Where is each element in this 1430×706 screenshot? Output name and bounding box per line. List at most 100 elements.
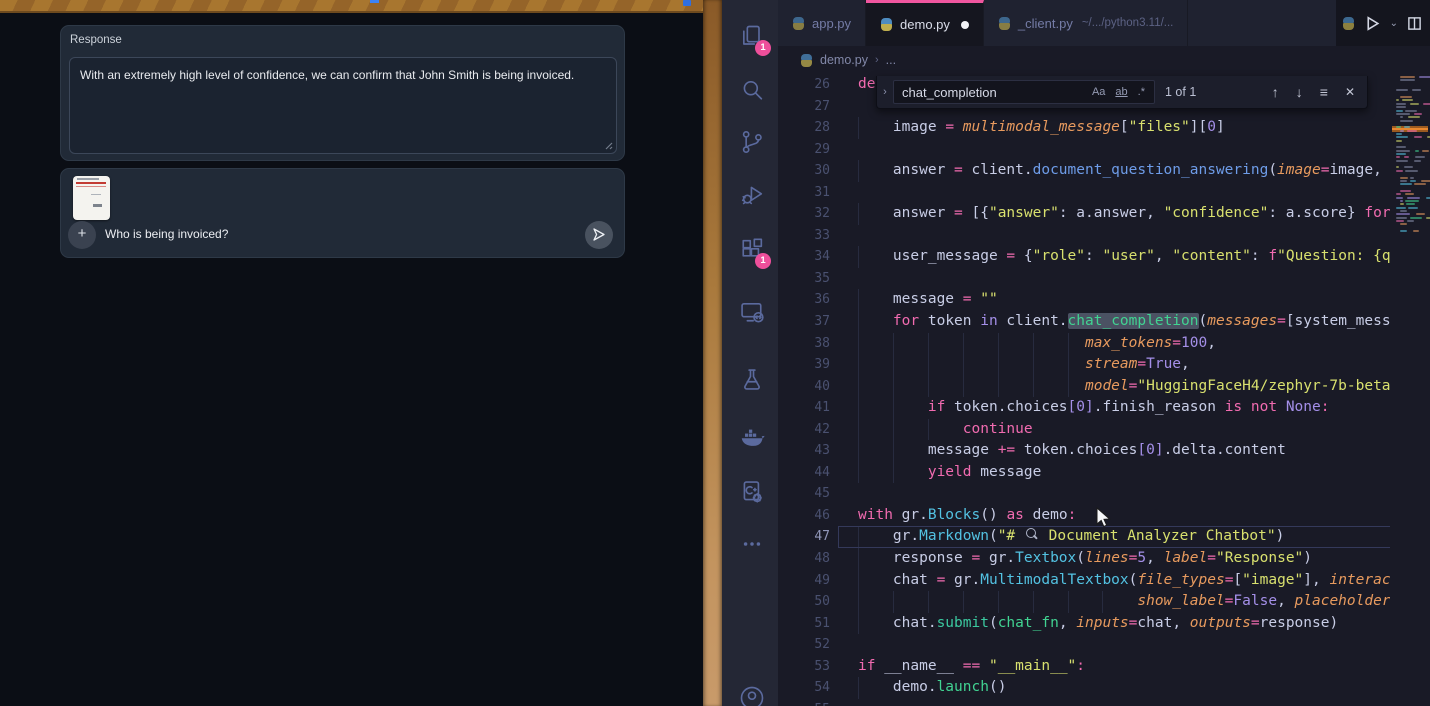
modified-dot-icon[interactable] <box>961 21 969 29</box>
code-line[interactable]: 40 model="HuggingFaceH4/zephyr-7b-beta", <box>778 376 1430 398</box>
resize-handle-icon[interactable] <box>603 140 613 150</box>
find-previous-icon[interactable]: ↑ <box>1272 84 1279 100</box>
find-in-selection-icon[interactable]: ≡ <box>1320 84 1328 100</box>
split-editor-button[interactable] <box>1407 16 1422 31</box>
minimap-line <box>1413 230 1419 232</box>
code-line[interactable]: 51 chat.submit(chat_fn, inputs=chat, out… <box>778 613 1430 635</box>
indent-guide <box>858 397 859 419</box>
hidden-tab-python-icon[interactable] <box>1342 17 1355 30</box>
code-line[interactable]: 37 for token in client.chat_completion(m… <box>778 311 1430 333</box>
source-control-icon[interactable] <box>738 128 766 156</box>
minimap-line <box>1415 156 1425 158</box>
code-text <box>858 483 1430 505</box>
minimap-line <box>1410 103 1420 105</box>
code-line[interactable]: 54 demo.launch() <box>778 677 1430 699</box>
close-find-icon[interactable]: ✕ <box>1345 85 1355 99</box>
code-line[interactable]: 45 <box>778 483 1430 505</box>
run-dropdown-chevron-icon[interactable]: ⌄ <box>1390 18 1398 29</box>
minimap-line <box>1396 103 1406 105</box>
code-line[interactable]: 39 stream=True, <box>778 354 1430 376</box>
code-text: chat = gr.MultimodalTextbox(file_types=[… <box>858 570 1430 592</box>
code-line[interactable]: 43 message += token.choices[0].delta.con… <box>778 440 1430 462</box>
breadcrumb-file[interactable]: demo.py <box>820 53 868 67</box>
line-number: 50 <box>778 591 830 613</box>
indent-guide <box>858 462 859 484</box>
account-icon[interactable] <box>738 684 766 706</box>
code-lines: 26de2728 image = multimodal_message["fil… <box>778 74 1430 706</box>
code-line[interactable]: 47 gr.Markdown("# Document Analyzer Chat… <box>778 526 1430 548</box>
minimap-line <box>1396 156 1400 158</box>
tab-client-py[interactable]: _client.py ~/.../python3.11/... <box>984 0 1188 46</box>
toggle-replace-chevron-icon[interactable]: › <box>877 86 893 98</box>
code-line[interactable]: 49 chat = gr.MultimodalTextbox(file_type… <box>778 570 1430 592</box>
minimap-line <box>1414 160 1421 162</box>
code-line[interactable]: 38 max_tokens=100, <box>778 333 1430 355</box>
code-line[interactable]: 46with gr.Blocks() as demo: <box>778 505 1430 527</box>
tab-demo-py[interactable]: demo.py <box>866 0 984 46</box>
code-line[interactable]: 31 <box>778 182 1430 204</box>
run-debug-icon[interactable] <box>738 181 766 209</box>
minimap-line <box>1400 223 1407 225</box>
minimap[interactable] <box>1390 74 1430 706</box>
search-icon[interactable] <box>738 76 766 104</box>
run-button[interactable] <box>1364 15 1381 32</box>
docker-icon[interactable] <box>738 424 766 452</box>
python-file-icon <box>998 17 1011 30</box>
line-number: 44 <box>778 462 830 484</box>
minimap-line <box>1396 197 1403 199</box>
code-text <box>858 139 1430 161</box>
indent-guide <box>858 246 859 268</box>
minimap-line <box>1396 126 1401 128</box>
code-line[interactable]: 44 yield message <box>778 462 1430 484</box>
code-editor[interactable]: 26de2728 image = multimodal_message["fil… <box>778 74 1430 706</box>
code-line[interactable]: 34 user_message = {"role": "user", "cont… <box>778 246 1430 268</box>
minimap-line <box>1396 140 1402 142</box>
tab-app-py[interactable]: app.py <box>778 0 866 46</box>
code-line[interactable]: 35 <box>778 268 1430 290</box>
more-icon[interactable] <box>738 530 766 558</box>
code-line[interactable]: 28 image = multimodal_message["files"][0… <box>778 117 1430 139</box>
attach-file-button[interactable]: + <box>68 221 96 249</box>
code-line[interactable]: 36 message = "" <box>778 289 1430 311</box>
minimap-line <box>1400 96 1412 98</box>
code-line[interactable]: 50 show_label=False, placeholder=" <box>778 591 1430 613</box>
code-line[interactable]: 53if __name__ == "__main__": <box>778 656 1430 678</box>
code-line[interactable]: 42 continue <box>778 419 1430 441</box>
minimap-line <box>1396 110 1403 112</box>
chat-input-text[interactable]: Who is being invoiced? <box>105 227 228 241</box>
minimap-content <box>1392 74 1428 244</box>
minimap-line <box>1408 207 1418 209</box>
match-case-toggle[interactable]: Aa <box>1088 84 1109 100</box>
minimap-line <box>1405 200 1418 202</box>
code-line[interactable]: 30 answer = client.document_question_ans… <box>778 160 1430 182</box>
regex-toggle[interactable]: .* <box>1134 84 1149 100</box>
send-button[interactable] <box>585 221 613 249</box>
code-line[interactable]: 52 <box>778 634 1430 656</box>
response-text: With an extremely high level of confiden… <box>80 68 574 82</box>
code-line[interactable]: 33 <box>778 225 1430 247</box>
testing-flask-icon[interactable] <box>738 366 766 394</box>
minimap-line <box>1405 193 1414 195</box>
response-textarea[interactable]: With an extremely high level of confiden… <box>69 57 617 154</box>
minimap-line <box>1410 217 1422 219</box>
code-line[interactable]: 48 response = gr.Textbox(lines=5, label=… <box>778 548 1430 570</box>
breadcrumb-more[interactable]: ... <box>886 53 896 67</box>
code-line[interactable]: 32 answer = [{"answer": a.answer, "confi… <box>778 203 1430 225</box>
remote-explorer-icon[interactable] <box>738 298 766 326</box>
minimap-line <box>1400 76 1415 78</box>
tab-label: demo.py <box>900 17 950 32</box>
minimap-line <box>1414 113 1422 115</box>
code-line[interactable]: 41 if token.choices[0].finish_reason is … <box>778 397 1430 419</box>
code-line[interactable]: 29 <box>778 139 1430 161</box>
find-input[interactable]: chat_completion Aa ab .* <box>893 80 1155 104</box>
find-next-icon[interactable]: ↓ <box>1296 84 1303 100</box>
dev-tools-icon[interactable] <box>738 478 766 506</box>
whole-word-toggle[interactable]: ab <box>1111 84 1131 100</box>
indent-guide <box>928 376 929 398</box>
extensions-icon[interactable]: 1 <box>738 236 766 264</box>
code-line[interactable]: 55 <box>778 699 1430 706</box>
explorer-icon[interactable]: 1 <box>738 23 766 51</box>
indent-guide <box>893 376 894 398</box>
indent-guide <box>1033 354 1034 376</box>
uploaded-image-thumbnail[interactable]: ✕ <box>73 176 110 220</box>
